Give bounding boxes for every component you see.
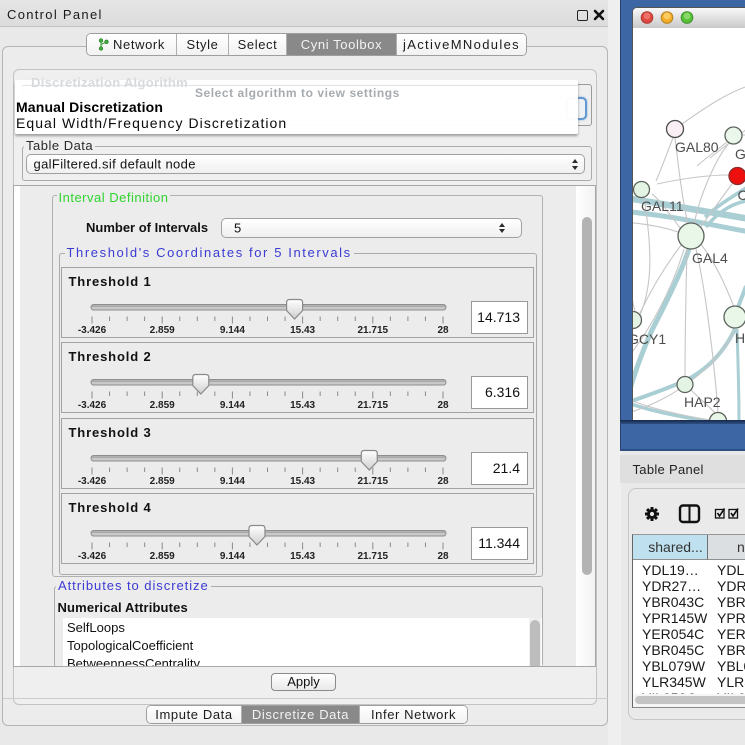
svg-text:15.43: 15.43	[290, 400, 315, 411]
svg-text:GAL4: GAL4	[692, 250, 728, 266]
svg-text:GCY1: GCY1	[633, 331, 666, 347]
svg-text:28: 28	[437, 551, 449, 562]
svg-text:9.144: 9.144	[220, 476, 245, 487]
svg-text:GAL11: GAL11	[641, 198, 684, 214]
svg-text:9.144: 9.144	[220, 551, 245, 562]
svg-text:-3.426: -3.426	[78, 400, 107, 411]
svg-text:HAP2: HAP2	[684, 394, 721, 410]
svg-text:2.859: 2.859	[150, 400, 175, 411]
svg-text:21.715: 21.715	[358, 400, 389, 411]
svg-text:28: 28	[437, 476, 449, 487]
svg-text:-3.426: -3.426	[78, 325, 107, 336]
svg-text:21.715: 21.715	[358, 476, 389, 487]
svg-text:9.144: 9.144	[220, 325, 245, 336]
svg-text:G.: G.	[735, 146, 745, 162]
svg-text:28: 28	[437, 400, 449, 411]
svg-text:15.43: 15.43	[290, 325, 315, 336]
svg-text:21.715: 21.715	[358, 325, 389, 336]
svg-text:H: H	[735, 330, 745, 346]
svg-text:28: 28	[437, 325, 449, 336]
svg-text:C: C	[738, 187, 745, 203]
svg-text:9.144: 9.144	[220, 400, 245, 411]
svg-text:15.43: 15.43	[290, 551, 315, 562]
svg-text:15.43: 15.43	[290, 476, 315, 487]
svg-text:-3.426: -3.426	[78, 551, 107, 562]
svg-text:-3.426: -3.426	[78, 476, 107, 487]
svg-text:GAL80: GAL80	[675, 139, 719, 155]
svg-text:21.715: 21.715	[358, 551, 389, 562]
svg-text:2.859: 2.859	[150, 325, 175, 336]
svg-text:2.859: 2.859	[150, 476, 175, 487]
svg-text:2.859: 2.859	[150, 551, 175, 562]
